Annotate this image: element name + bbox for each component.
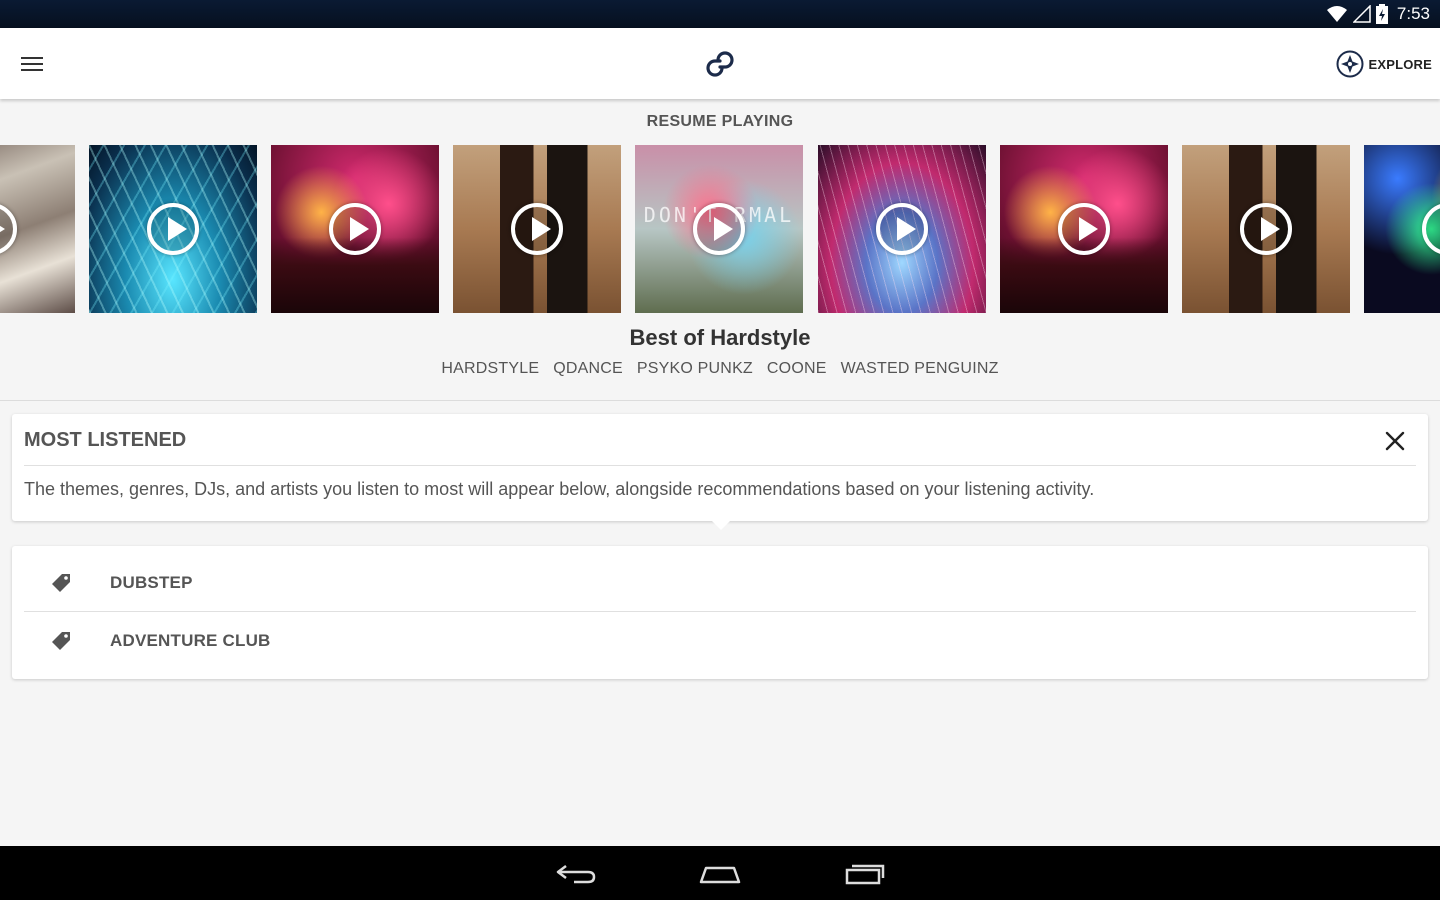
mix-tile[interactable] [89, 145, 257, 313]
compass-icon [1336, 50, 1364, 78]
most-listened-description: The themes, genres, DJs, and artists you… [24, 479, 1095, 499]
play-icon[interactable] [511, 203, 563, 255]
mix-tags: HARDSTYLE QDANCE PSYKO PUNKZ COONE WASTE… [0, 360, 1440, 378]
play-icon[interactable] [693, 203, 745, 255]
status-bar: 7:53 [0, 0, 1440, 28]
play-icon[interactable] [147, 203, 199, 255]
tag-icon [52, 631, 70, 650]
tag-link[interactable]: QDANCE [553, 360, 623, 378]
tag-link[interactable]: COONE [767, 360, 827, 378]
list-item[interactable]: DUBSTEP [24, 555, 1416, 612]
mix-tile[interactable] [0, 145, 75, 313]
most-listened-list: DUBSTEP ADVENTURE CLUB [12, 546, 1428, 679]
mix-carousel[interactable]: DON'T RMAL [0, 145, 1440, 313]
play-icon[interactable] [1422, 203, 1440, 255]
signal-icon [1352, 5, 1371, 23]
play-icon[interactable] [1058, 203, 1110, 255]
most-listened-title: MOST LISTENED [24, 429, 187, 451]
close-icon[interactable] [1380, 426, 1410, 456]
play-icon[interactable] [0, 203, 17, 255]
play-icon[interactable] [876, 203, 928, 255]
resume-heading: RESUME PLAYING [646, 113, 794, 130]
status-time: 7:53 [1396, 4, 1430, 23]
divider [24, 465, 1416, 466]
list-item[interactable]: ADVENTURE CLUB [24, 612, 1416, 669]
battery-icon [1375, 4, 1388, 24]
mix-tile[interactable] [271, 145, 439, 313]
card-pointer [712, 521, 730, 530]
list-item-label: DUBSTEP [110, 573, 193, 592]
home-icon[interactable] [698, 858, 742, 888]
mix-tile[interactable]: DON'T RMAL [635, 145, 803, 313]
tag-link[interactable]: PSYKO PUNKZ [637, 360, 753, 378]
tag-link[interactable]: HARDSTYLE [441, 360, 539, 378]
mix-title[interactable]: Best of Hardstyle [0, 325, 1440, 351]
link-logo-icon[interactable] [704, 48, 736, 80]
app-bar: EXPLORE [0, 28, 1440, 99]
status-icons: 7:53 [1326, 0, 1430, 28]
play-icon[interactable] [329, 203, 381, 255]
mix-tile[interactable] [1182, 145, 1350, 313]
back-icon[interactable] [554, 858, 598, 888]
explore-label: EXPLORE [1368, 56, 1432, 72]
menu-button[interactable] [14, 48, 50, 80]
mix-tile[interactable] [453, 145, 621, 313]
mix-tile[interactable] [818, 145, 986, 313]
list-item-label: ADVENTURE CLUB [110, 630, 271, 650]
hamburger-icon [21, 57, 43, 71]
tag-link[interactable]: WASTED PENGUINZ [841, 360, 999, 378]
mix-tile[interactable] [1364, 145, 1440, 313]
mix-tile[interactable] [1000, 145, 1168, 313]
most-listened-card: MOST LISTENED The themes, genres, DJs, a… [12, 414, 1428, 521]
navigation-bar [0, 846, 1440, 900]
resume-playing-section: RESUME PLAYING DON'T RMAL Best of Hardst… [0, 99, 1440, 401]
explore-button[interactable]: EXPLORE [1336, 48, 1432, 80]
tag-icon [52, 574, 70, 592]
play-icon[interactable] [1240, 203, 1292, 255]
recents-icon[interactable] [843, 858, 887, 888]
wifi-icon [1326, 6, 1347, 22]
